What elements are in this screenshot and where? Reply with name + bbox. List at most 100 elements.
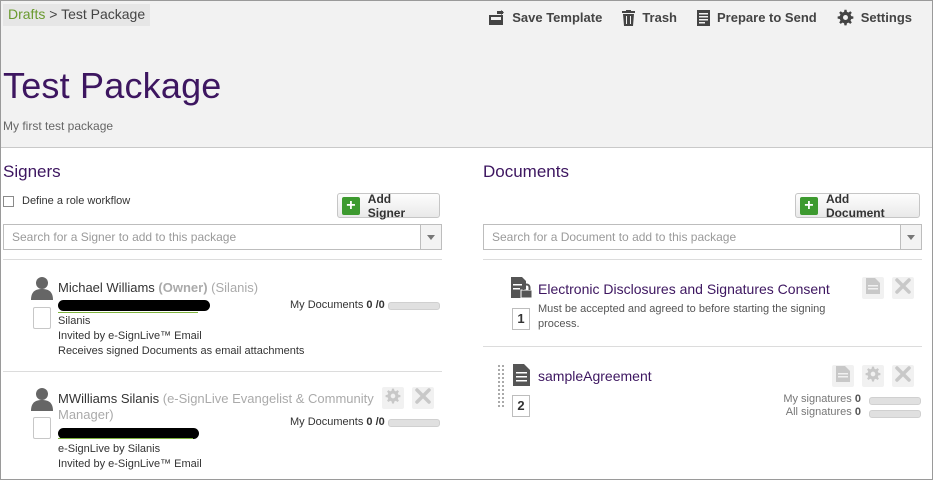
signer-title: (e-SignLive Evangelist & Community <box>162 391 374 406</box>
toolbar: Save Template Trash Prepare to Send Sett… <box>488 9 912 26</box>
document-view-button[interactable] <box>862 277 884 299</box>
gear-icon <box>865 366 881 387</box>
document-title[interactable]: sampleAgreement <box>538 368 652 384</box>
document-description: Must be accepted and agreed to before st… <box>538 303 826 330</box>
all-signatures-value: 0 <box>854 406 861 418</box>
my-documents-count: My Documents 0 /0 <box>290 299 385 311</box>
settings-button[interactable]: Settings <box>837 9 912 26</box>
signer-company-paren: (Silanis) <box>211 280 259 295</box>
my-documents-signed: 0 <box>366 299 373 311</box>
chevron-down-icon[interactable] <box>420 225 441 249</box>
add-signer-button[interactable]: + Add Signer <box>337 191 440 220</box>
my-documents-label: My Documents <box>290 416 364 428</box>
signer-invited-by: Invited by e-SignLive™ Email <box>58 458 202 470</box>
signer-company: Silanis <box>58 315 91 327</box>
document-remove-button[interactable] <box>892 365 914 387</box>
settings-label: Settings <box>860 10 912 25</box>
my-documents-total: /0 <box>375 299 385 311</box>
save-template-label: Save Template <box>512 10 603 25</box>
my-documents-progress <box>388 419 440 427</box>
signer-invited-by: Invited by e-SignLive™ Email <box>58 330 202 342</box>
signer-name-line: Michael Williams (Owner) (Silanis) <box>58 280 258 295</box>
signer-search-input[interactable]: Search for a Signer to add to this packa… <box>3 224 442 250</box>
add-signer-label: Add Signer <box>367 191 406 220</box>
signer-order-box[interactable] <box>33 417 51 439</box>
redacted-email <box>58 300 210 311</box>
signer-remove-button[interactable] <box>412 387 434 409</box>
my-signatures-value: 0 <box>854 393 861 405</box>
lock-document-icon <box>511 277 533 304</box>
document-icon <box>866 277 880 299</box>
prepare-to-send-label: Prepare to Send <box>717 10 817 25</box>
close-icon <box>415 387 431 409</box>
all-signatures-progress <box>869 410 921 418</box>
document-icon <box>836 365 850 387</box>
document-remove-button[interactable] <box>892 277 914 299</box>
trash-button[interactable]: Trash <box>622 9 677 26</box>
breadcrumb-drafts-link[interactable]: Drafts <box>8 6 45 22</box>
breadcrumb-separator: > <box>49 6 58 22</box>
document-icon <box>513 364 530 391</box>
signer-name-line: MWilliams Silanis (e-SignLive Evangelist… <box>58 391 374 406</box>
gear-icon <box>385 388 401 409</box>
drag-handle[interactable] <box>502 365 508 409</box>
signer-role: (Owner) <box>158 280 208 295</box>
document-title[interactable]: Electronic Disclosures and Signatures Co… <box>538 281 830 297</box>
plus-icon: + <box>342 196 360 215</box>
my-documents-label: My Documents <box>290 299 364 311</box>
documents-divider <box>483 259 922 260</box>
app-window: Drafts > Test Package Save Template Tras… <box>0 0 933 480</box>
document-search-placeholder: Search for a Document to add to this pac… <box>492 230 737 244</box>
gear-icon <box>837 9 854 26</box>
document-search-input[interactable]: Search for a Document to add to this pac… <box>483 224 922 250</box>
my-documents-signed: 0 <box>366 416 373 428</box>
breadcrumb: Drafts > Test Package <box>3 4 151 26</box>
signer-title-line2: Manager) <box>58 407 114 422</box>
role-workflow-row: Define a role workflow <box>3 195 130 207</box>
chevron-down-icon[interactable] <box>900 225 921 249</box>
signer-name: MWilliams Silanis <box>58 391 160 406</box>
add-document-label: Add Document <box>825 191 885 220</box>
prepare-to-send-button[interactable]: Prepare to Send <box>697 9 817 26</box>
signer-search-placeholder: Search for a Signer to add to this packa… <box>12 230 237 244</box>
package-description: My first test package <box>3 119 114 133</box>
signer-order-box[interactable] <box>33 307 51 329</box>
save-template-icon <box>488 9 505 26</box>
my-signatures-count: My signatures 0 <box>783 393 861 405</box>
document-number: 2 <box>512 395 530 417</box>
prepare-to-send-icon <box>697 9 710 26</box>
plus-icon: + <box>800 196 818 215</box>
my-documents-count: My Documents 0 /0 <box>290 416 385 428</box>
person-icon <box>31 276 53 300</box>
close-icon <box>895 277 911 299</box>
document-divider <box>483 346 922 347</box>
all-signatures-count: All signatures 0 <box>786 406 861 418</box>
document-view-button[interactable] <box>832 365 854 387</box>
add-document-button[interactable]: + Add Document <box>795 191 920 220</box>
documents-heading: Documents <box>483 162 569 181</box>
person-icon <box>31 387 53 411</box>
package-header: Drafts > Test Package Save Template Tras… <box>1 1 932 148</box>
email-underline <box>58 438 193 439</box>
my-documents-total: /0 <box>375 416 385 428</box>
document-settings-button[interactable] <box>862 365 884 387</box>
signers-divider <box>3 259 442 260</box>
role-workflow-label: Define a role workflow <box>22 195 131 207</box>
all-signatures-label: All signatures <box>785 406 852 418</box>
my-documents-progress <box>388 302 440 310</box>
my-signatures-label: My signatures <box>783 393 852 405</box>
trash-label: Trash <box>642 10 677 25</box>
save-template-button[interactable]: Save Template <box>488 9 602 26</box>
email-underline <box>58 312 198 313</box>
signer-divider <box>3 371 442 372</box>
signer-settings-button[interactable] <box>382 387 404 409</box>
signer-name: Michael Williams <box>58 280 155 295</box>
signer-company: e-SignLive by Silanis <box>58 443 161 455</box>
close-icon <box>895 365 911 387</box>
signers-heading: Signers <box>3 162 61 181</box>
my-signatures-progress <box>869 397 921 405</box>
page-title: Test Package <box>3 65 222 106</box>
trash-icon <box>622 9 636 26</box>
breadcrumb-current: Test Package <box>61 6 146 22</box>
role-workflow-checkbox[interactable] <box>3 195 14 207</box>
